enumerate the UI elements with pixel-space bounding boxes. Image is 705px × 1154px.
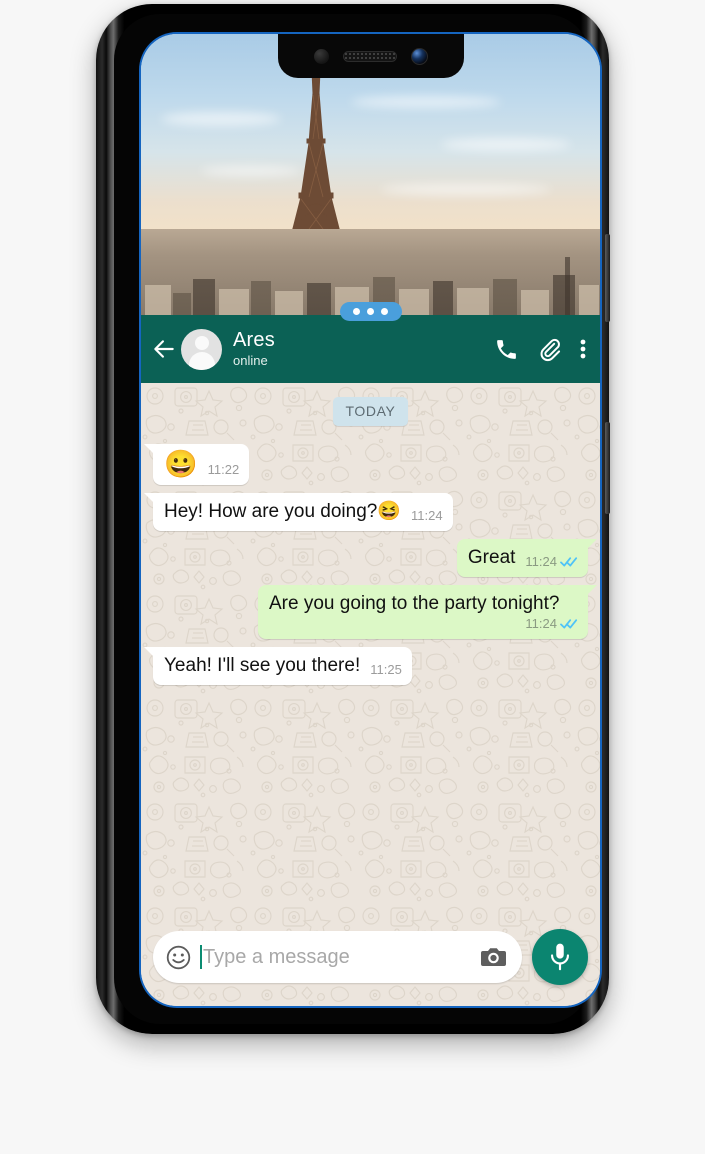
avatar-body [188,351,215,370]
message-bubble-outgoing[interactable]: Great 11:24 [456,538,598,577]
phone-notch [277,34,464,78]
message-bubble-incoming[interactable]: 😀 11:22 [143,444,250,485]
message-time: 11:24 [411,507,443,523]
chat-header: Ares online [141,315,600,383]
message-meta: 11:24 [269,616,578,631]
message-time: 11:25 [370,662,402,677]
phone-icon[interactable] [494,337,519,362]
avatar-head [194,335,209,350]
message-meta: 11:24 [411,508,443,523]
carousel-dot [353,308,360,315]
front-camera-icon [410,47,428,65]
proximity-sensor-icon [313,48,329,64]
phone-frame: Ares online TODAY 😀 11:22 Hey! How are y… [96,4,610,1034]
screen-border: Ares online TODAY 😀 11:22 Hey! How are y… [139,32,602,1008]
contact-info[interactable]: Ares online [233,330,476,368]
volume-rocker-button[interactable] [605,234,610,322]
back-arrow-icon[interactable] [151,336,177,362]
message-row[interactable]: Great 11:24 [153,538,598,577]
message-text: Are you going to the party tonight? [269,592,560,614]
message-text: 😀 [164,449,198,479]
chat-message-list[interactable]: TODAY 😀 11:22 Hey! How are you doing?😆 1… [141,383,600,1006]
phone-bezel: Ares online TODAY 😀 11:22 Hey! How are y… [114,14,602,1024]
message-meta: 11:25 [370,662,402,677]
carousel-indicator[interactable] [339,302,402,321]
carousel-dot [381,308,388,315]
message-row[interactable]: Hey! How are you doing?😆 11:24 [144,493,588,531]
message-time: 11:24 [525,553,557,569]
composer-input-pill[interactable] [153,931,522,983]
message-row[interactable]: Yeah! I'll see you there! 11:25 [144,647,588,685]
avatar[interactable] [181,328,222,370]
date-badge: TODAY [332,397,409,426]
camera-icon[interactable] [480,945,508,969]
voice-record-button[interactable] [532,929,588,985]
text-cursor [200,945,202,969]
message-time: 11:24 [525,616,557,632]
message-input[interactable] [203,945,472,969]
read-receipt-icon [560,619,578,629]
earpiece-speaker-icon [342,50,397,62]
message-bubble-incoming[interactable]: Hey! How are you doing?😆 11:24 [144,493,453,531]
message-text: Hey! How are you doing?😆 [164,501,401,522]
message-meta: 11:24 [525,554,578,569]
message-meta: 11:22 [208,462,240,477]
read-receipt-icon [560,556,578,566]
message-input-wrap[interactable] [200,931,472,983]
message-bubble-outgoing[interactable]: Are you going to the party tonight? 11:2… [258,584,597,640]
contact-status: online [233,353,268,369]
message-time: 11:22 [207,462,240,477]
power-button[interactable] [605,422,610,514]
message-text: Yeah! I'll see you there! [164,655,361,677]
contact-name: Ares [233,329,275,352]
message-text: Great [467,546,516,568]
message-composer [141,922,600,1006]
carousel-dot [367,308,374,315]
paperclip-icon[interactable] [537,337,562,362]
overflow-menu-icon[interactable] [580,337,586,361]
smiley-icon[interactable] [165,944,192,971]
message-row[interactable]: Are you going to the party tonight? 11:2… [153,584,597,640]
message-bubble-incoming[interactable]: Yeah! I'll see you there! 11:25 [144,647,412,685]
eiffel-tower-icon [286,47,346,256]
message-row[interactable]: 😀 11:22 [143,444,588,485]
phone-screen: Ares online TODAY 😀 11:22 Hey! How are y… [141,34,600,1006]
date-divider: TODAY [153,397,588,426]
microphone-icon [551,943,569,971]
